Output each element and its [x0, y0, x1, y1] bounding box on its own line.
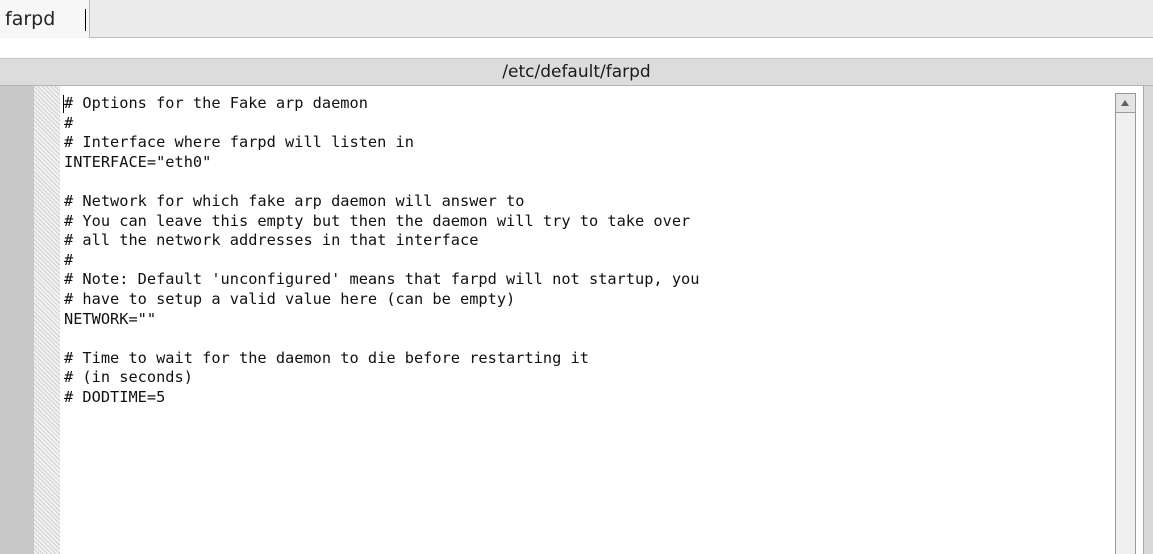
- triangle-up-icon: [1121, 100, 1129, 106]
- code-line[interactable]: # Options for the Fake arp daemon: [64, 94, 699, 114]
- code-line[interactable]: # Time to wait for the daemon to die bef…: [64, 349, 699, 369]
- code-line[interactable]: ​: [64, 172, 699, 192]
- code-line[interactable]: # Network for which fake arp daemon will…: [64, 192, 699, 212]
- gutter-stipple: [34, 86, 60, 554]
- scroll-up-button[interactable]: [1115, 93, 1136, 113]
- file-path-bar: /etc/default/farpd: [0, 58, 1153, 86]
- vertical-scrollbar[interactable]: [1112, 86, 1153, 554]
- tab-farpd[interactable]: farpd: [0, 0, 90, 38]
- code-line[interactable]: # have to setup a valid value here (can …: [64, 290, 699, 310]
- editor-content[interactable]: # Options for the Fake arp daemon # # Inte…: [64, 94, 699, 408]
- code-line[interactable]: # all the network addresses in that inte…: [64, 231, 699, 251]
- editor-gutter: [0, 86, 60, 554]
- code-line[interactable]: # Interface where farpd will listen in: [64, 133, 699, 153]
- code-line[interactable]: #: [64, 114, 699, 134]
- code-line[interactable]: # (in seconds): [64, 368, 699, 388]
- tab-text-cursor: [85, 9, 86, 31]
- code-line[interactable]: NETWORK="": [64, 310, 699, 330]
- file-path-label: /etc/default/farpd: [502, 62, 651, 82]
- window-edge: [1143, 86, 1153, 554]
- code-line[interactable]: ​: [64, 329, 699, 349]
- code-line[interactable]: INTERFACE="eth0": [64, 153, 699, 173]
- code-line[interactable]: # Note: Default 'unconfigured' means tha…: [64, 270, 699, 290]
- tab-bar: farpd: [0, 0, 1153, 38]
- scrollbar-track[interactable]: [1112, 86, 1143, 554]
- scrollbar-thumb[interactable]: [1115, 113, 1136, 554]
- tab-label: farpd: [5, 8, 56, 30]
- code-line[interactable]: #: [64, 251, 699, 271]
- gutter-margin: [0, 86, 34, 554]
- code-line[interactable]: # You can leave this empty but then the …: [64, 212, 699, 232]
- code-line[interactable]: # DODTIME=5: [64, 388, 699, 408]
- text-editor[interactable]: # Options for the Fake arp daemon # # Inte…: [60, 86, 1112, 554]
